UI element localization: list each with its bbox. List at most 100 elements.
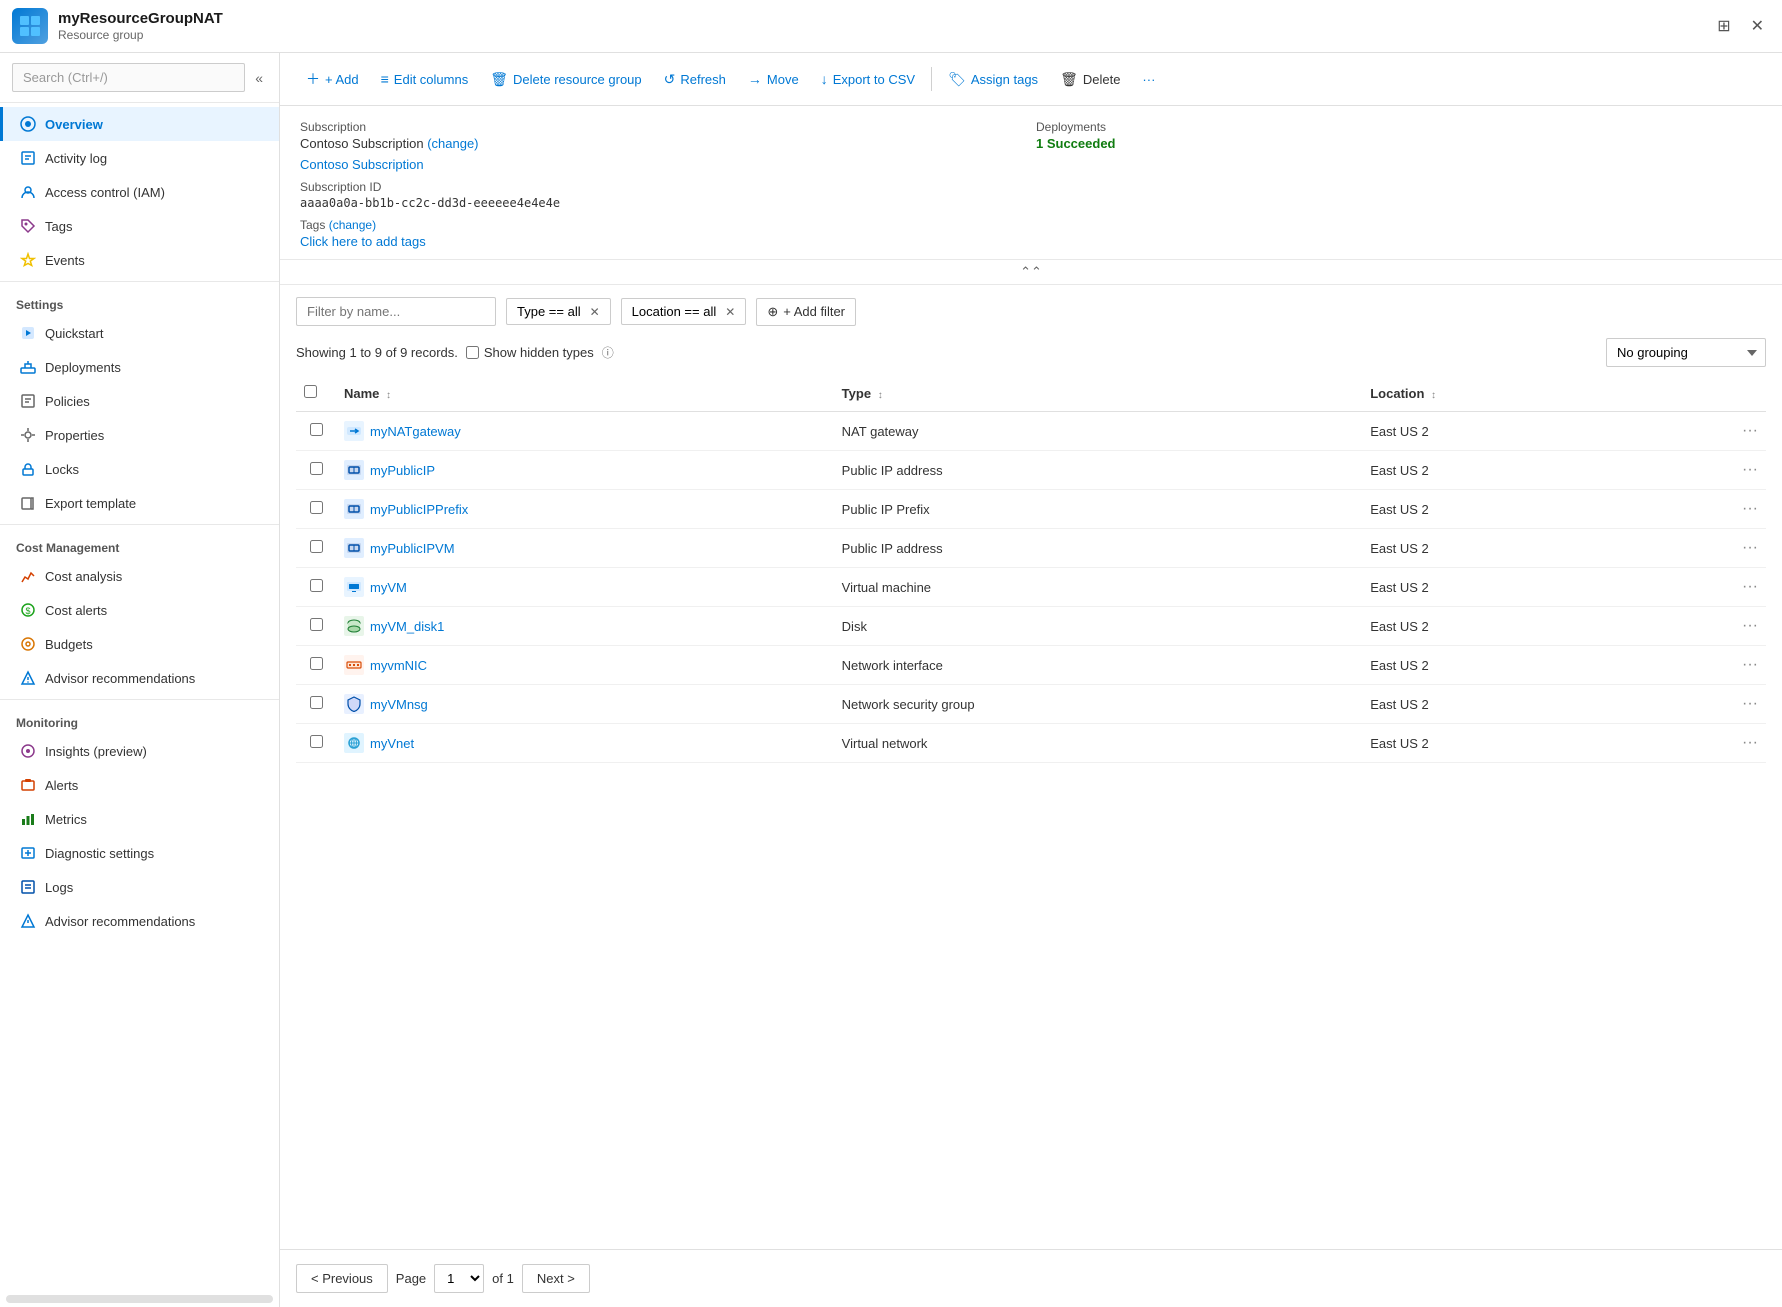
sidebar-item-insights[interactable]: Insights (preview) [0, 734, 279, 768]
sidebar-item-advisor-monitoring[interactable]: Advisor recommendations [0, 904, 279, 938]
title-right: ⊞ ✕ [1711, 12, 1770, 40]
pagination: < Previous Page 1 of 1 Next > [280, 1249, 1782, 1307]
grouping-select[interactable]: No grouping Resource type Location Tag [1606, 338, 1766, 367]
delete-button[interactable]: 🗑 Delete [1050, 65, 1130, 94]
location-filter-close[interactable]: ✕ [725, 305, 735, 319]
row-actions-cell[interactable]: ··· [1652, 568, 1766, 607]
collapse-button[interactable]: « [251, 68, 267, 88]
previous-button[interactable]: < Previous [296, 1264, 388, 1293]
close-button[interactable]: ✕ [1745, 12, 1770, 40]
show-hidden-checkbox[interactable] [466, 346, 479, 359]
resource-link[interactable]: myVM [344, 577, 826, 597]
refresh-button[interactable]: ↺ Refresh [654, 65, 736, 94]
row-checkbox[interactable] [310, 579, 323, 592]
resource-icon [344, 655, 364, 675]
tags-change-link[interactable]: (change) [329, 218, 376, 232]
table-row: myVMnsg Network security group East US 2… [296, 685, 1766, 724]
sidebar-item-overview[interactable]: Overview [0, 107, 279, 141]
sidebar-item-budgets[interactable]: Budgets [0, 627, 279, 661]
show-hidden-label[interactable]: Show hidden types [466, 345, 594, 360]
help-icon[interactable]: ⓘ [602, 344, 614, 361]
resource-name: myPublicIP [370, 463, 435, 478]
row-actions-cell[interactable]: ··· [1652, 724, 1766, 763]
sidebar-item-activity-log[interactable]: Activity log [0, 141, 279, 175]
sidebar-item-policies[interactable]: Policies [0, 384, 279, 418]
row-checkbox[interactable] [310, 618, 323, 631]
row-checkbox[interactable] [310, 696, 323, 709]
header-location[interactable]: Location ↕ [1362, 375, 1652, 412]
select-all-checkbox[interactable] [304, 385, 317, 398]
sidebar-item-metrics[interactable]: Metrics [0, 802, 279, 836]
row-checkbox[interactable] [310, 657, 323, 670]
resource-link[interactable]: myVnet [344, 733, 826, 753]
sidebar-item-iam[interactable]: Access control (IAM) [0, 175, 279, 209]
sidebar-item-quickstart[interactable]: Quickstart [0, 316, 279, 350]
sidebar-item-advisor-cost[interactable]: Advisor recommendations [0, 661, 279, 695]
row-checkbox[interactable] [310, 540, 323, 553]
type-filter-tag[interactable]: Type == all ✕ [506, 298, 611, 325]
sidebar-item-cost-analysis[interactable]: Cost analysis [0, 559, 279, 593]
sidebar-item-export-template[interactable]: Export template [0, 486, 279, 520]
deployments-link[interactable]: 1 Succeeded [1036, 136, 1116, 151]
sidebar-item-locks[interactable]: Locks [0, 452, 279, 486]
row-checkbox[interactable] [310, 735, 323, 748]
resource-link[interactable]: myVM_disk1 [344, 616, 826, 636]
row-location: East US 2 [1362, 685, 1652, 724]
collapse-info-button[interactable]: ⌃⌃ [280, 260, 1782, 285]
budgets-icon [19, 635, 37, 653]
sidebar-item-alerts[interactable]: Alerts [0, 768, 279, 802]
resource-link[interactable]: myNATgateway [344, 421, 826, 441]
resource-link[interactable]: myPublicIP [344, 460, 826, 480]
resource-link[interactable]: myvmNIC [344, 655, 826, 675]
row-checkbox[interactable] [310, 423, 323, 436]
sidebar-item-tags[interactable]: Tags [0, 209, 279, 243]
sidebar-item-diagnostic[interactable]: Diagnostic settings [0, 836, 279, 870]
name-sort-icon: ↕ [386, 390, 391, 401]
sidebar-scrollbar[interactable] [6, 1295, 273, 1303]
add-tags-link[interactable]: Click here to add tags [300, 234, 426, 249]
row-actions-cell[interactable]: ··· [1652, 685, 1766, 724]
row-actions-cell[interactable]: ··· [1652, 490, 1766, 529]
row-actions-cell[interactable]: ··· [1652, 646, 1766, 685]
type-filter-close[interactable]: ✕ [590, 305, 600, 319]
more-button[interactable]: ··· [1132, 66, 1165, 93]
sidebar-item-deployments[interactable]: Deployments [0, 350, 279, 384]
row-checkbox[interactable] [310, 462, 323, 475]
edit-columns-button[interactable]: ≡ Edit columns [371, 65, 479, 93]
iam-icon [19, 183, 37, 201]
export-csv-button[interactable]: ↓ Export to CSV [811, 65, 925, 93]
row-actions-cell[interactable]: ··· [1652, 412, 1766, 451]
assign-tags-button[interactable]: 🏷 Assign tags [938, 65, 1048, 94]
sidebar-item-cost-alerts[interactable]: $ Cost alerts [0, 593, 279, 627]
page-select[interactable]: 1 [434, 1264, 484, 1293]
resource-link[interactable]: myPublicIPPrefix [344, 499, 826, 519]
sidebar-item-logs[interactable]: Logs [0, 870, 279, 904]
add-button[interactable]: ＋ + Add [296, 63, 369, 95]
resource-icon [344, 460, 364, 480]
resource-group-type: Resource group [58, 28, 143, 42]
row-actions-cell[interactable]: ··· [1652, 451, 1766, 490]
location-filter-tag[interactable]: Location == all ✕ [621, 298, 747, 325]
add-filter-button[interactable]: ⊕ + Add filter [756, 298, 856, 326]
row-actions-cell[interactable]: ··· [1652, 529, 1766, 568]
resource-link[interactable]: myVMnsg [344, 694, 826, 714]
title-left: myResourceGroupNAT Resource group [12, 8, 223, 44]
activity-icon [19, 149, 37, 167]
row-checkbox[interactable] [310, 501, 323, 514]
sidebar-item-events[interactable]: Events [0, 243, 279, 277]
sidebar-item-properties[interactable]: Properties [0, 418, 279, 452]
search-input[interactable] [12, 63, 245, 92]
subscription-change-link[interactable]: (change) [427, 136, 478, 151]
name-filter-input[interactable] [296, 297, 496, 326]
type-filter-label: Type == all [517, 304, 581, 319]
move-button[interactable]: → Move [738, 65, 809, 93]
subscription-name-link[interactable]: Contoso Subscription [300, 157, 424, 172]
move-icon: → [748, 71, 762, 87]
header-name[interactable]: Name ↕ [336, 375, 834, 412]
pin-button[interactable]: ⊞ [1711, 12, 1736, 40]
header-type[interactable]: Type ↕ [834, 375, 1363, 412]
resource-link[interactable]: myPublicIPVM [344, 538, 826, 558]
delete-group-button[interactable]: 🗑 Delete resource group [480, 65, 651, 94]
next-button[interactable]: Next > [522, 1264, 590, 1293]
row-actions-cell[interactable]: ··· [1652, 607, 1766, 646]
